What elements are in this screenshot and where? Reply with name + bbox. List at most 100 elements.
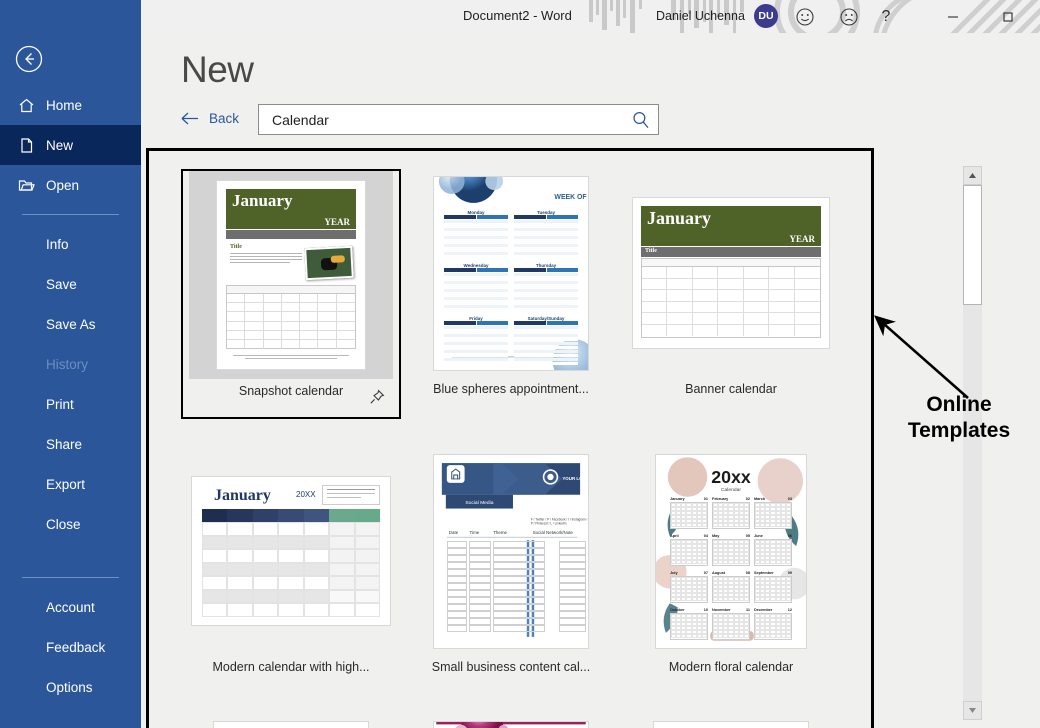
template-thumbnail: WEEK OF [PICK THE DATE] <box>407 721 615 728</box>
template-card-blue-spheres[interactable]: WEEK OF Monday Tuesday Wednesday Thursda… <box>401 169 621 415</box>
sidebar-item-export[interactable]: Export <box>0 464 141 504</box>
scrollbar-thumb[interactable] <box>963 185 982 305</box>
sidebar-item-new-label: New <box>46 137 74 153</box>
thumb-title: Title <box>645 248 657 254</box>
template-thumbnail: JAN YEAR <box>187 721 395 728</box>
template-card-label: Modern calendar with high... <box>212 660 370 674</box>
svg-text:P / Pinterest / L / LinkedIn: P / Pinterest / L / LinkedIn <box>531 521 567 525</box>
backstage-sidebar: Home New Open Info Save Save As History … <box>0 0 141 728</box>
scroll-down-button[interactable] <box>963 701 982 720</box>
sidebar-item-share[interactable]: Share <box>0 424 141 464</box>
back-arrow-circle-icon[interactable] <box>15 45 43 73</box>
template-card-modern-highlight[interactable]: January 20XX Modern calendar with high..… <box>181 447 401 693</box>
template-card-modern-floral[interactable]: 20xx Calendar January 01 February 02 March… <box>621 447 841 693</box>
thumb-month-num: 06 <box>787 533 792 538</box>
avatar[interactable]: DU <box>754 4 778 28</box>
thumb-month-name: December <box>754 607 773 612</box>
svg-text:WEEK OF: WEEK OF <box>554 193 586 200</box>
sidebar-item-feedback-label: Feedback <box>46 639 106 655</box>
sidebar-divider-bottom <box>22 577 119 578</box>
template-card-small-business[interactable]: YOUR LOGO Social Media F / Twitter / P /… <box>401 447 621 693</box>
maximize-icon[interactable] <box>986 0 1030 33</box>
svg-text:Time: Time <box>470 530 480 535</box>
sidebar-item-history-label: History <box>46 356 89 372</box>
sidebar-item-feedback[interactable]: Feedback <box>0 627 141 667</box>
page-title: New <box>181 49 254 90</box>
thumb-month-name: April <box>670 533 679 538</box>
template-thumbnail: January YEAR Title <box>627 169 835 377</box>
sidebar-item-open[interactable]: Open <box>0 165 141 205</box>
thumb-month: January <box>232 191 293 210</box>
template-gallery-annotation-box: January YEAR Title Snapshot calendar WEE… <box>146 148 874 728</box>
account-name[interactable]: Daniel Uchenna <box>656 9 745 23</box>
template-card-banner-calendar[interactable]: January YEAR Title Banner calendar <box>621 169 841 415</box>
template-gallery: January YEAR Title Snapshot calendar WEE… <box>149 151 871 728</box>
thumb-month-num: 03 <box>787 496 792 501</box>
template-card-label: Snapshot calendar <box>238 384 344 398</box>
thumb-tag-text: Social Media <box>465 500 493 506</box>
template-card-label: Blue spheres appointment... <box>433 382 589 396</box>
help-icon[interactable]: ? <box>864 0 908 33</box>
thumb-month-num: 09 <box>787 570 792 575</box>
word-backstage-new-screen: Home New Open Info Save Save As History … <box>0 0 1040 728</box>
thumb-month-name: October <box>670 607 685 612</box>
search-box[interactable] <box>258 104 659 135</box>
thumb-month-num: 02 <box>745 496 750 501</box>
sidebar-item-options[interactable]: Options <box>0 667 141 707</box>
minimize-icon[interactable] <box>931 0 975 33</box>
template-thumbnail <box>627 721 835 728</box>
close-icon[interactable] <box>1034 0 1040 33</box>
back-label: Back <box>209 111 240 126</box>
search-input[interactable] <box>259 111 624 128</box>
thumb-month-num: 12 <box>787 607 792 612</box>
pin-icon[interactable] <box>369 389 385 405</box>
thumb-year: YEAR <box>324 217 350 227</box>
back-row: Back <box>181 111 239 126</box>
sidebar-item-new[interactable]: New <box>0 125 141 165</box>
thumb-month-num: 10 <box>703 607 708 612</box>
scroll-up-button[interactable] <box>963 166 982 185</box>
sidebar-item-save[interactable]: Save <box>0 264 141 304</box>
smiley-feedback-icon[interactable] <box>783 0 827 33</box>
thumb-month-name: February <box>712 496 729 501</box>
thumb-year-text: 20xx <box>711 466 751 486</box>
sidebar-item-history: History <box>0 344 141 384</box>
thumb-month-name: June <box>754 533 763 538</box>
template-card-photo-circle[interactable] <box>621 721 841 728</box>
back-arrow-icon <box>181 112 200 125</box>
template-card-pink-sphere[interactable]: WEEK OF [PICK THE DATE] <box>401 721 621 728</box>
sidebar-item-save-as-label: Save As <box>46 316 96 332</box>
template-card-label: Small business content cal... <box>431 660 591 674</box>
sidebar-item-info-label: Info <box>46 236 69 252</box>
template-thumbnail: YOUR LOGO Social Media F / Twitter / P /… <box>407 447 615 655</box>
template-card-snapshot-calendar[interactable]: January YEAR Title Snapshot calendar <box>181 169 401 419</box>
svg-text:Theme: Theme <box>493 530 507 535</box>
thumb-month-name: July <box>670 570 678 575</box>
annotation-line-1: Online <box>926 393 992 416</box>
thumb-month-name: March <box>754 496 766 501</box>
sidebar-item-home[interactable]: Home <box>0 85 141 125</box>
sidebar-item-close-label: Close <box>46 516 81 532</box>
sidebar-item-share-label: Share <box>46 436 83 452</box>
search-icon[interactable] <box>624 105 658 134</box>
sidebar-item-info[interactable]: Info <box>0 224 141 264</box>
template-card-label: Modern floral calendar <box>668 660 794 674</box>
thumb-month-num: 01 <box>703 496 708 501</box>
thumb-month: January <box>214 487 271 504</box>
sidebar-item-save-as[interactable]: Save As <box>0 304 141 344</box>
sidebar-item-account[interactable]: Account <box>0 587 141 627</box>
template-thumbnail: 20xx Calendar January 01 February 02 March… <box>627 447 835 655</box>
thumb-logo-text: YOUR LOGO <box>562 475 588 480</box>
sidebar-item-close[interactable]: Close <box>0 504 141 544</box>
template-card-janyear[interactable]: JAN YEAR <box>181 721 401 728</box>
window-title: Document2 - Word <box>463 8 572 23</box>
home-icon <box>18 97 35 114</box>
back-button[interactable]: Back <box>181 111 239 126</box>
sidebar-item-options-label: Options <box>46 679 93 695</box>
sidebar-item-print[interactable]: Print <box>0 384 141 424</box>
folder-icon <box>18 177 35 194</box>
thumb-month-name: November <box>712 607 731 612</box>
thumb-month-num: 08 <box>745 570 750 575</box>
sidebar-divider-top <box>22 214 119 215</box>
thumb-month-num: 04 <box>703 533 708 538</box>
